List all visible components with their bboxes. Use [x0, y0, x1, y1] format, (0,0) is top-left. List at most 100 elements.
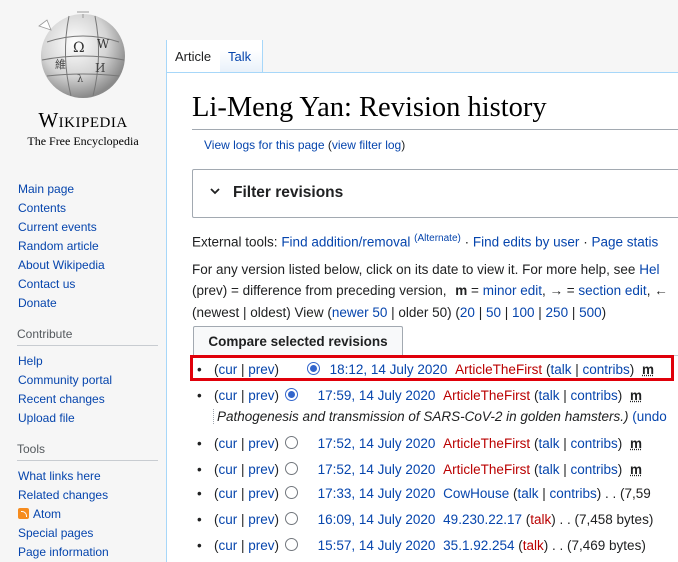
sidebar-item-what-links-here[interactable]: What links here	[18, 469, 101, 483]
help-text: For any version listed below, click on i…	[192, 262, 659, 277]
revision-radio[interactable]	[285, 486, 298, 499]
sidebar-item-current-events[interactable]: Current events	[18, 220, 97, 234]
user-talk-link[interactable]: talk	[538, 388, 559, 403]
sidebar-item-contents[interactable]: Contents	[18, 201, 66, 215]
revision-radio[interactable]	[285, 538, 298, 551]
atom-feed-icon	[18, 508, 29, 519]
sidebar-item-donate[interactable]: Donate	[18, 296, 57, 310]
sidebar-item-related-changes[interactable]: Related changes	[18, 488, 108, 502]
prev-link[interactable]: prev	[248, 512, 274, 527]
sidebar-item-contact-us[interactable]: Contact us	[18, 277, 75, 291]
compare-selected-revisions-button[interactable]: Compare selected revisions	[193, 326, 403, 357]
undo-link[interactable]: (undo	[632, 409, 667, 424]
cur-link[interactable]: cur	[219, 388, 238, 403]
revision-date-link[interactable]: 17:52, 14 July 2020	[318, 436, 436, 451]
revision-radio[interactable]	[285, 388, 298, 401]
user-talk-link[interactable]: talk	[538, 462, 559, 477]
ip-user-link[interactable]: 49.230.22.17	[443, 512, 522, 527]
revision-date-link[interactable]: 16:09, 14 July 2020	[318, 512, 436, 527]
find-edits-by-user-link[interactable]: Find edits by user	[473, 235, 580, 250]
svg-text:Ω: Ω	[73, 40, 85, 56]
byte-size: . . (7,458 bytes)	[560, 512, 654, 527]
svg-text:W: W	[97, 37, 110, 51]
main-content: Li-Meng Yan: Revision history View logs …	[166, 72, 678, 562]
wikipedia-logo[interactable]: Ω W 維 И λ Wikipedia The Free Encyclopedi…	[20, 8, 146, 148]
prev-link[interactable]: prev	[248, 462, 274, 477]
user-talk-link[interactable]: talk	[523, 538, 544, 553]
prev-link[interactable]: prev	[248, 538, 274, 553]
ip-user-link[interactable]: 35.1.92.254	[443, 538, 514, 553]
revision-radio[interactable]	[285, 462, 298, 475]
wikipedia-wordmark: Wikipedia	[20, 108, 146, 133]
legend-line: (prev) = difference from preceding versi…	[192, 283, 668, 298]
contribute-heading: Contribute	[17, 327, 158, 346]
tagline: The Free Encyclopedia	[20, 134, 146, 149]
sidebar-item-about-wikipedia[interactable]: About Wikipedia	[18, 258, 105, 272]
revision-date-link[interactable]: 17:52, 14 July 2020	[318, 462, 436, 477]
cur-link[interactable]: cur	[219, 462, 238, 477]
sidebar-item-recent-changes[interactable]: Recent changes	[18, 392, 105, 406]
svg-text:λ: λ	[77, 74, 84, 85]
byte-size: . . (7,59	[605, 486, 651, 501]
filter-revisions-toggle[interactable]: Filter revisions	[192, 169, 678, 218]
prev-link[interactable]: prev	[248, 436, 274, 451]
user-talk-link[interactable]: talk	[530, 512, 551, 527]
sidebar-item-special-pages[interactable]: Special pages	[18, 526, 93, 540]
user-talk-link[interactable]: talk	[538, 436, 559, 451]
user-talk-link[interactable]: talk	[517, 486, 538, 501]
tab-talk[interactable]: Talk	[220, 40, 263, 72]
page-title: Li-Meng Yan: Revision history	[192, 92, 547, 124]
prev-link[interactable]: prev	[248, 486, 274, 501]
alternate-link[interactable]: (Alternate)	[414, 233, 461, 244]
external-tools: External tools: Find addition/removal (A…	[192, 233, 658, 250]
edit-summary: Pathogenesis and transmission of SARS-Co…	[213, 409, 667, 424]
sidebar-item-community-portal[interactable]: Community portal	[18, 373, 112, 387]
user-contribs-link[interactable]: contribs	[549, 486, 596, 501]
page-statistics-link[interactable]: Page statis	[591, 235, 658, 250]
minor-edit-link[interactable]: minor edit	[483, 283, 542, 298]
page-size-250[interactable]: 250	[546, 305, 569, 320]
puzzle-globe-icon: Ω W 維 И λ	[33, 8, 133, 100]
sidebar-item-help[interactable]: Help	[18, 354, 43, 368]
pagination: (newest | oldest) View (newer 50 | older…	[192, 305, 606, 320]
user-link[interactable]: ArticleTheFirst	[443, 436, 530, 451]
view-filter-log-link[interactable]: view filter log	[332, 138, 401, 152]
chevron-down-icon	[210, 186, 220, 196]
view-logs-link[interactable]: View logs for this page	[204, 138, 325, 152]
user-link[interactable]: CowHouse	[443, 486, 509, 501]
legend-arrow: , → =	[542, 283, 575, 298]
revision-date-link[interactable]: 17:33, 14 July 2020	[318, 486, 436, 501]
sidebar-item-upload-file[interactable]: Upload file	[18, 411, 75, 425]
cur-link[interactable]: cur	[219, 436, 238, 451]
page-size-500[interactable]: 500	[579, 305, 602, 320]
page-size-100[interactable]: 100	[512, 305, 535, 320]
revision-date-link[interactable]: 15:57, 14 July 2020	[318, 538, 436, 553]
minor-edit-marker: m	[630, 388, 642, 403]
legend-prev: (prev) = difference from preceding versi…	[192, 283, 447, 298]
page-size-20[interactable]: 20	[460, 305, 475, 320]
prev-link[interactable]: prev	[248, 388, 274, 403]
sidebar-item-atom[interactable]: Atom	[33, 507, 61, 521]
cur-link[interactable]: cur	[219, 486, 238, 501]
sidebar-item-main-page[interactable]: Main page	[18, 182, 74, 196]
section-edit-link[interactable]: section edit	[578, 283, 646, 298]
revision-radio[interactable]	[285, 436, 298, 449]
svg-text:И: И	[95, 61, 105, 75]
help-link[interactable]: Hel	[639, 262, 659, 277]
user-link[interactable]: ArticleTheFirst	[443, 462, 530, 477]
byte-size: . . (7,469 bytes)	[552, 538, 646, 553]
sidebar-item-page-information[interactable]: Page information	[18, 545, 109, 559]
user-contribs-link[interactable]: contribs	[570, 462, 617, 477]
user-contribs-link[interactable]: contribs	[570, 388, 617, 403]
user-link[interactable]: ArticleTheFirst	[443, 388, 530, 403]
revision-radio[interactable]	[285, 512, 298, 525]
newer-50-link[interactable]: newer 50	[332, 305, 388, 320]
contribute-portal: Contribute Help Community portal Recent …	[18, 327, 158, 428]
cur-link[interactable]: cur	[219, 512, 238, 527]
sidebar-item-random-article[interactable]: Random article	[18, 239, 99, 253]
cur-link[interactable]: cur	[219, 538, 238, 553]
page-size-50[interactable]: 50	[486, 305, 501, 320]
find-addition-removal-link[interactable]: Find addition/removal	[281, 235, 410, 250]
user-contribs-link[interactable]: contribs	[570, 436, 617, 451]
revision-date-link[interactable]: 17:59, 14 July 2020	[318, 388, 436, 403]
